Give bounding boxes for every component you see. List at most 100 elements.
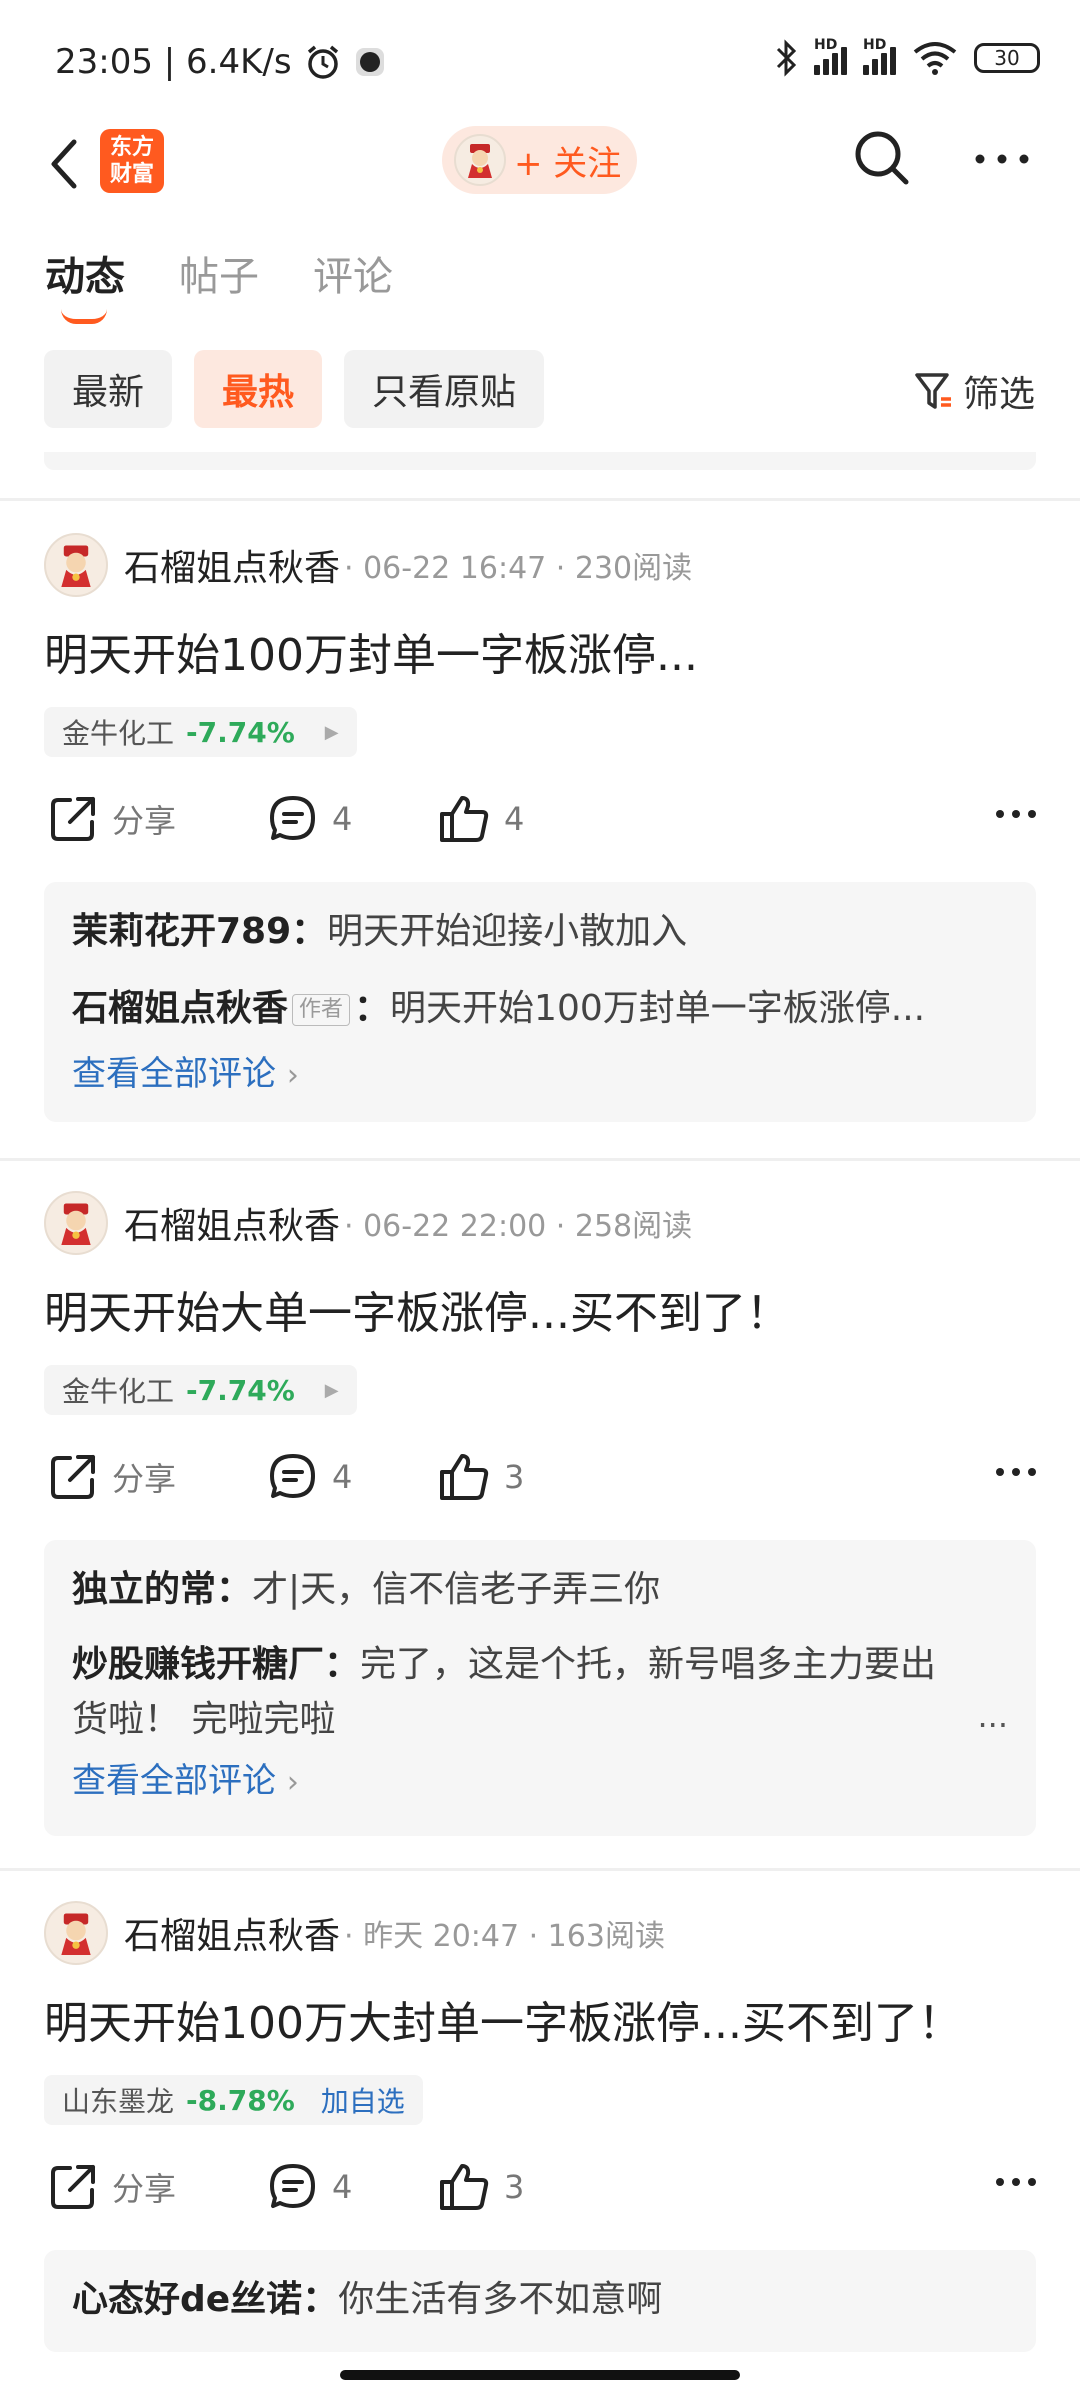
comment-preview[interactable]: 茉莉花开789：明天开始迎接小散加入 石榴姐点秋香 作者 ：明天开始100万封单一字… (44, 882, 1036, 1122)
stock-name: 金牛化工 (62, 1375, 175, 1408)
comment-preview[interactable]: 心态好de丝诺：你生活有多不如意啊 (44, 2250, 1036, 2352)
view-all-comments-link[interactable]: 查看全部评论 › (72, 1751, 1008, 1813)
filter-hottest-chip[interactable]: 最热 (194, 350, 323, 428)
post-title[interactable]: 明天开始100万大封单一字板涨停...买不到了！ (44, 1987, 962, 2051)
stock-change: -7.74% (186, 1373, 295, 1407)
author-avatar[interactable] (44, 1901, 108, 1965)
tab-dongtai[interactable]: 动态 (45, 244, 125, 324)
comment-button[interactable]: 4 (268, 1452, 352, 1502)
top-nav-bar: 东方 财富 + 关注 (0, 120, 1080, 240)
stock-tag[interactable]: 金牛化工 -7.74% ▶ (44, 1365, 357, 1415)
collapsed-panel-edge (44, 452, 1036, 470)
battery-icon: 30 (974, 43, 1040, 73)
comment-preview[interactable]: 独立的常：才|天，信不信老子弄三你 炒股赚钱开糖厂：完了，这是个托，新号唱多主力… (44, 1540, 1036, 1836)
commenter-name[interactable]: 石榴姐点秋香 (72, 988, 288, 1029)
comment-button[interactable]: 4 (268, 794, 352, 844)
stock-name: 山东墨龙 (62, 2085, 175, 2118)
follow-button[interactable]: + 关注 (442, 126, 637, 194)
view-all-comments-link[interactable]: 查看全部评论 › (72, 1044, 1008, 1106)
post-more-icon[interactable] (994, 808, 1038, 820)
author-avatar[interactable] (44, 533, 108, 597)
post-title[interactable]: 明天开始大单一字板涨停...买不到了！ (44, 1277, 790, 1341)
divider (0, 498, 1080, 501)
author-name[interactable]: 石榴姐点秋香 (124, 539, 340, 591)
stock-tag[interactable]: 金牛化工 -7.74% ▶ (44, 707, 357, 757)
share-button[interactable]: 分享 (48, 794, 176, 844)
commenter-name[interactable]: 独立的常 (72, 1569, 216, 1610)
expand-ellipsis[interactable]: ··· (977, 1698, 1008, 1753)
post-actions: 分享 4 3 (48, 1452, 1038, 1512)
author-tag: 作者 (292, 994, 351, 1026)
post-more-icon[interactable] (994, 1466, 1038, 1478)
add-to-watchlist-link[interactable]: 加自选 (321, 2080, 405, 2120)
screen-filter-button[interactable]: 筛选 (913, 365, 1035, 417)
like-button[interactable]: 3 (438, 1452, 524, 1502)
comment-count: 4 (332, 800, 353, 838)
comment-line: 独立的常：才|天，信不信老子弄三你 (72, 1569, 661, 1610)
comment-icon (270, 796, 315, 840)
share-label: 分享 (112, 802, 177, 840)
comment-count: 4 (332, 1458, 353, 1496)
alarm-icon (307, 45, 338, 79)
comment-text: 明天开始迎接小散加入 (327, 911, 688, 952)
comment-line: 炒股赚钱开糖厂：完了，这是个托，新号唱多主力要出货啦！ 完啦完啦 ··· (72, 1637, 1008, 1747)
post-meta: 石榴姐点秋香 · 昨天 20:47 · 163阅读 (44, 1900, 665, 1966)
post-time-reads: · 06-22 22:00 · 258阅读 (344, 1209, 693, 1244)
stock-tag[interactable]: 山东墨龙 -8.78% 加自选 (44, 2075, 423, 2125)
screen-filter-label: 筛选 (962, 374, 1035, 415)
comment-count: 4 (332, 2168, 353, 2206)
back-arrow-icon[interactable] (40, 134, 96, 194)
post-more-icon[interactable] (994, 2176, 1038, 2188)
share-button[interactable]: 分享 (48, 2162, 176, 2212)
commenter-name[interactable]: 炒股赚钱开糖厂 (72, 1644, 324, 1685)
logo-text-1: 东方 (109, 135, 154, 160)
commenter-name[interactable]: 茉莉花开789 (72, 911, 291, 952)
god-of-wealth-avatar-icon (61, 1203, 91, 1245)
comment-text: 你生活有多不如意啊 (338, 2279, 663, 2320)
logo-text-2: 财富 (109, 162, 154, 187)
share-icon (51, 797, 95, 841)
chevron-right-icon: › (286, 1058, 299, 1093)
comment-button[interactable]: 4 (268, 2162, 352, 2212)
like-button[interactable]: 3 (438, 2162, 524, 2212)
post-time-reads: · 06-22 16:47 · 230阅读 (344, 551, 693, 586)
more-options-icon[interactable] (972, 144, 1032, 174)
chevron-right-icon: › (286, 1765, 299, 1800)
stock-name: 金牛化工 (62, 717, 175, 750)
like-count: 3 (504, 1458, 525, 1496)
post-actions: 分享 4 4 (48, 794, 1038, 854)
share-button[interactable]: 分享 (48, 1452, 176, 1502)
tab-pinglun[interactable]: 评论 (313, 244, 393, 302)
filter-latest-chip[interactable]: 最新 (44, 350, 173, 428)
tab-tiezi[interactable]: 帖子 (179, 244, 259, 302)
search-icon[interactable] (850, 126, 914, 190)
thumbs-up-icon (440, 1454, 489, 1500)
thumbs-up-icon (440, 796, 489, 842)
god-of-wealth-avatar-icon (61, 545, 91, 587)
signal-1-icon: HD (814, 37, 847, 75)
view-all-label: 查看全部评论 (72, 1054, 276, 1094)
play-arrow-icon: ▶ (324, 721, 339, 743)
thumbs-up-icon (440, 2164, 489, 2210)
home-indicator[interactable] (340, 2370, 740, 2380)
stock-change: -7.74% (186, 715, 295, 749)
signal-2-icon: HD (863, 37, 896, 75)
author-name[interactable]: 石榴姐点秋香 (124, 1197, 340, 1249)
god-of-wealth-avatar-icon (468, 144, 492, 178)
commenter-name[interactable]: 心态好de丝诺 (72, 2279, 302, 2320)
filter-original-only-chip[interactable]: 只看原贴 (344, 350, 545, 428)
status-bar: 23:05 | 6.4K/s HD HD 30 (0, 0, 1080, 120)
comment-text: 明天开始100万封单一字板涨停... (390, 988, 926, 1029)
author-avatar[interactable] (44, 1191, 108, 1255)
app-logo[interactable]: 东方 财富 (100, 129, 164, 193)
like-count: 4 (504, 800, 525, 838)
follow-label: + 关注 (514, 143, 622, 184)
share-icon (51, 1455, 95, 1499)
like-count: 3 (504, 2168, 525, 2206)
comment-line: 茉莉花开789：明天开始迎接小散加入 (72, 911, 688, 952)
like-button[interactable]: 4 (438, 794, 524, 844)
author-name[interactable]: 石榴姐点秋香 (124, 1907, 340, 1959)
play-arrow-icon: ▶ (324, 1379, 339, 1401)
post-title[interactable]: 明天开始100万封单一字板涨停... (44, 619, 698, 683)
bluetooth-icon (776, 39, 797, 77)
